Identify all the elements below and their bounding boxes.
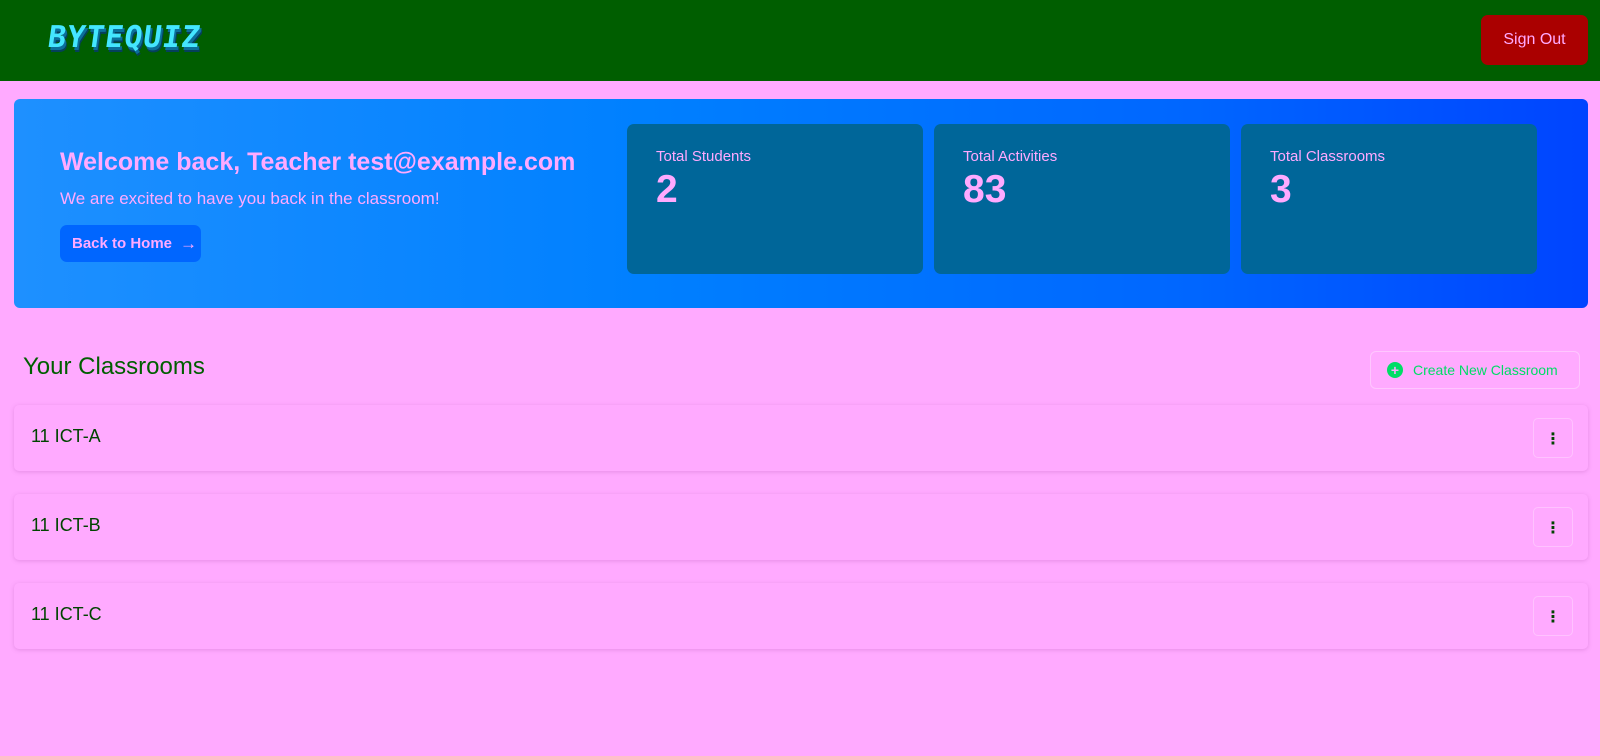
classroom-card[interactable]: 11 ICT-C ⋮ bbox=[14, 583, 1588, 649]
logo-text: BYTEQUIZ bbox=[45, 20, 204, 55]
stat-card-total-students: Total Students 2 bbox=[627, 124, 923, 274]
stat-value: 3 bbox=[1270, 168, 1292, 211]
stat-label: Total Students bbox=[656, 148, 752, 165]
create-classroom-label: Create New Classroom bbox=[1413, 362, 1558, 378]
classroom-options-button[interactable]: ⋮ bbox=[1533, 507, 1573, 547]
classroom-card[interactable]: 11 ICT-B ⋮ bbox=[14, 494, 1588, 560]
stat-label: Total Classrooms bbox=[1270, 148, 1386, 165]
back-to-home-button[interactable]: Back to Home → bbox=[60, 225, 201, 262]
more-vertical-icon: ⋮ bbox=[1545, 428, 1561, 448]
stat-label: Total Activities bbox=[963, 148, 1058, 165]
classroom-options-button[interactable]: ⋮ bbox=[1533, 596, 1573, 636]
back-to-home-label: Back to Home bbox=[72, 235, 173, 252]
top-navigation-bar: BYTEQUIZ Sign Out bbox=[0, 0, 1600, 81]
classroom-card[interactable]: 11 ICT-A ⋮ bbox=[14, 405, 1588, 471]
welcome-banner: Welcome back, Teacher test@example.com W… bbox=[14, 99, 1588, 308]
classroom-name: 11 ICT-B bbox=[31, 515, 101, 535]
classroom-name: 11 ICT-C bbox=[31, 604, 102, 624]
arrow-right-icon: → bbox=[180, 233, 198, 253]
sign-out-button[interactable]: Sign Out bbox=[1481, 15, 1588, 65]
classroom-name: 11 ICT-A bbox=[31, 426, 101, 446]
stat-card-total-classrooms: Total Classrooms 3 bbox=[1241, 124, 1537, 274]
more-vertical-icon: ⋮ bbox=[1545, 606, 1561, 626]
more-vertical-icon: ⋮ bbox=[1545, 517, 1561, 537]
stat-value: 2 bbox=[656, 168, 678, 211]
stat-card-total-activities: Total Activities 83 bbox=[934, 124, 1230, 274]
create-new-classroom-button[interactable]: + Create New Classroom bbox=[1370, 351, 1580, 389]
welcome-title: Welcome back, Teacher test@example.com bbox=[60, 148, 576, 176]
welcome-subtitle: We are excited to have you back in the c… bbox=[60, 189, 440, 208]
classrooms-section-title: Your Classrooms bbox=[23, 353, 205, 380]
plus-circle-icon: + bbox=[1387, 362, 1403, 378]
stat-value: 83 bbox=[963, 168, 1007, 211]
classroom-options-button[interactable]: ⋮ bbox=[1533, 418, 1573, 458]
bytequiz-logo[interactable]: BYTEQUIZ bbox=[45, 18, 256, 58]
